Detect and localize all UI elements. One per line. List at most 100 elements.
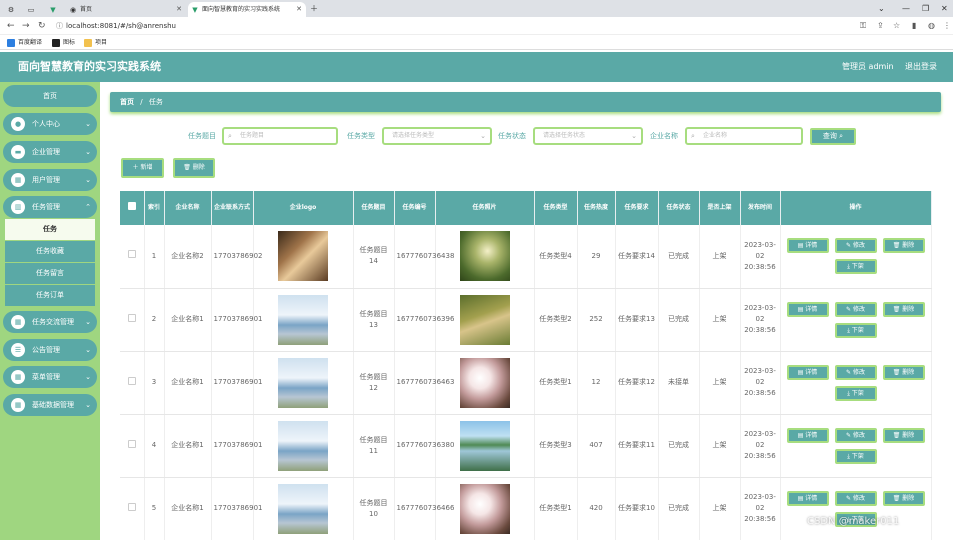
row-delete-button[interactable]: 🗑 删除: [882, 238, 925, 254]
select-all-header[interactable]: [120, 191, 145, 225]
sidebar-sub-favorites[interactable]: 任务收藏: [5, 241, 95, 262]
edit-button[interactable]: ✎ 修改: [834, 301, 877, 317]
sidebar-item-basedata[interactable]: ▦ 基础数据管理 ⌄: [3, 394, 97, 416]
detail-button[interactable]: ▤ 详情: [786, 238, 829, 254]
row-select-cell[interactable]: [120, 351, 145, 415]
cell-status: 已完成: [658, 414, 700, 478]
trash-icon: 🗑: [892, 494, 901, 502]
new-tab-icon[interactable]: ＋: [310, 0, 318, 17]
browser-tab-active[interactable]: ▼ 面向智慧教育的实习实践系统 ✕: [188, 2, 306, 17]
row-checkbox[interactable]: [127, 502, 136, 511]
breadcrumb-separator: /: [140, 98, 143, 106]
row-checkbox[interactable]: [127, 439, 136, 448]
url-field[interactable]: ⓘ localhost:8081/#/sh@anrenshu: [56, 19, 856, 33]
cell-heat: 12: [577, 351, 616, 415]
sidebar-item-home[interactable]: 首页: [3, 85, 97, 107]
company-logo-image[interactable]: [278, 483, 328, 534]
delete-button[interactable]: 🗑 删除: [173, 158, 215, 178]
filter-status-select[interactable]: 请选择任务状态 ⌄: [533, 127, 643, 145]
company-logo-image[interactable]: [278, 357, 328, 408]
row-checkbox[interactable]: [127, 376, 136, 385]
close-window-icon[interactable]: ✕: [941, 0, 948, 17]
logout-link[interactable]: 退出登录: [905, 52, 937, 82]
sidebar-item-menu[interactable]: ▦ 菜单管理 ⌄: [3, 366, 97, 388]
cell-type: 任务类型4: [534, 225, 578, 289]
sidebar-item-notice[interactable]: ☰ 公告管理 ⌄: [3, 339, 97, 361]
sidebar-item-users[interactable]: ▦ 用户管理 ⌄: [3, 169, 97, 191]
sidebar-item-exchange[interactable]: ▦ 任务交流管理 ⌄: [3, 311, 97, 333]
row-delete-button[interactable]: 🗑 删除: [882, 301, 925, 317]
reload-icon[interactable]: ↻: [38, 17, 46, 35]
company-logo-image[interactable]: [278, 420, 328, 471]
offshelf-button[interactable]: ⤓ 下架: [834, 385, 877, 401]
grid-icon: ▦: [11, 370, 25, 384]
row-delete-button[interactable]: 🗑 删除: [882, 364, 925, 380]
star-icon[interactable]: ☆: [893, 17, 900, 35]
offshelf-label: 下架: [851, 452, 864, 460]
share-icon[interactable]: ⇪: [877, 17, 884, 35]
row-delete-button[interactable]: 🗑 删除: [882, 490, 925, 506]
row-select-cell[interactable]: [120, 477, 145, 540]
task-photo-image[interactable]: [459, 231, 510, 282]
query-button[interactable]: 查询 ⌕: [810, 128, 856, 145]
detail-button[interactable]: ▤ 详情: [786, 301, 829, 317]
company-logo-image[interactable]: [278, 231, 328, 282]
minimize-icon[interactable]: —: [902, 0, 910, 17]
bookmark[interactable]: 图标: [52, 37, 75, 48]
sidebar-item-company[interactable]: ▬ 企业管理 ⌄: [3, 141, 97, 163]
back-icon[interactable]: ←: [7, 17, 15, 35]
tab-search-icon[interactable]: ⌄: [878, 0, 885, 17]
sidebar-item-personal[interactable]: ● 个人中心 ⌄: [3, 113, 97, 135]
edit-button[interactable]: ✎ 修改: [834, 238, 877, 254]
sidebar-sub-messages[interactable]: 任务留言: [5, 263, 95, 284]
task-photo-image[interactable]: [459, 483, 510, 534]
row-select-cell[interactable]: [120, 225, 145, 289]
browser-tab[interactable]: ▼: [46, 2, 62, 17]
filter-title-input[interactable]: ⌕ 任务题目: [222, 127, 338, 145]
maximize-icon[interactable]: ❐: [922, 0, 929, 17]
pencil-icon: ✎: [846, 305, 852, 313]
task-photo-image[interactable]: [459, 294, 510, 345]
close-icon[interactable]: ✕: [176, 2, 182, 17]
sidebar-sub-task[interactable]: 任务: [5, 219, 95, 240]
menu-icon[interactable]: ⋮: [943, 17, 951, 35]
detail-button[interactable]: ▤ 详情: [786, 490, 829, 506]
sidebar-item-tasks[interactable]: ▥ 任务管理 ⌃: [3, 196, 97, 218]
add-button[interactable]: ＋ 新增: [121, 158, 164, 178]
row-delete-button[interactable]: 🗑 删除: [882, 427, 925, 443]
bookmark[interactable]: 项目: [84, 37, 107, 48]
cell-type: 任务类型1: [534, 351, 578, 415]
bookmark[interactable]: 百度翻译: [7, 37, 42, 48]
profile-icon[interactable]: ◍: [928, 17, 935, 35]
row-select-cell[interactable]: [120, 414, 145, 478]
edit-button[interactable]: ✎ 修改: [834, 427, 877, 443]
task-photo-image[interactable]: [459, 420, 510, 471]
filter-type-select[interactable]: 请选择任务类型 ⌄: [382, 127, 492, 145]
breadcrumb-home[interactable]: 首页: [120, 98, 134, 106]
browser-tab[interactable]: ▭: [24, 2, 44, 17]
offshelf-button[interactable]: ⤓ 下架: [834, 322, 877, 338]
list-icon: ☰: [11, 343, 25, 357]
sidebar-sub-orders[interactable]: 任务订单: [5, 285, 95, 306]
offshelf-button[interactable]: ⤓ 下架: [834, 448, 877, 464]
browser-tab[interactable]: ◉ 首页 ✕: [66, 2, 186, 17]
offshelf-button[interactable]: ⤓ 下架: [834, 259, 877, 275]
select-all-checkbox[interactable]: [127, 202, 136, 210]
task-photo-image[interactable]: [459, 357, 510, 408]
cell-requirement: 任务要求11: [615, 414, 659, 478]
row-checkbox[interactable]: [127, 313, 136, 322]
cell-actions: ▤ 详情 ✎ 修改 🗑 删除⤓ 下架: [780, 477, 932, 540]
close-icon[interactable]: ✕: [296, 2, 302, 17]
detail-button[interactable]: ▤ 详情: [786, 364, 829, 380]
sidepanel-icon[interactable]: ▮: [912, 17, 916, 35]
browser-tab[interactable]: ⚙: [4, 2, 22, 17]
key-icon[interactable]: ⚿: [860, 17, 866, 35]
detail-button[interactable]: ▤ 详情: [786, 427, 829, 443]
edit-button[interactable]: ✎ 修改: [834, 490, 877, 506]
row-select-cell[interactable]: [120, 288, 145, 352]
row-checkbox[interactable]: [127, 250, 136, 259]
forward-icon[interactable]: →: [22, 17, 30, 35]
filter-company-input[interactable]: ⌕ 企业名称: [685, 127, 803, 145]
company-logo-image[interactable]: [278, 294, 328, 345]
edit-button[interactable]: ✎ 修改: [834, 364, 877, 380]
